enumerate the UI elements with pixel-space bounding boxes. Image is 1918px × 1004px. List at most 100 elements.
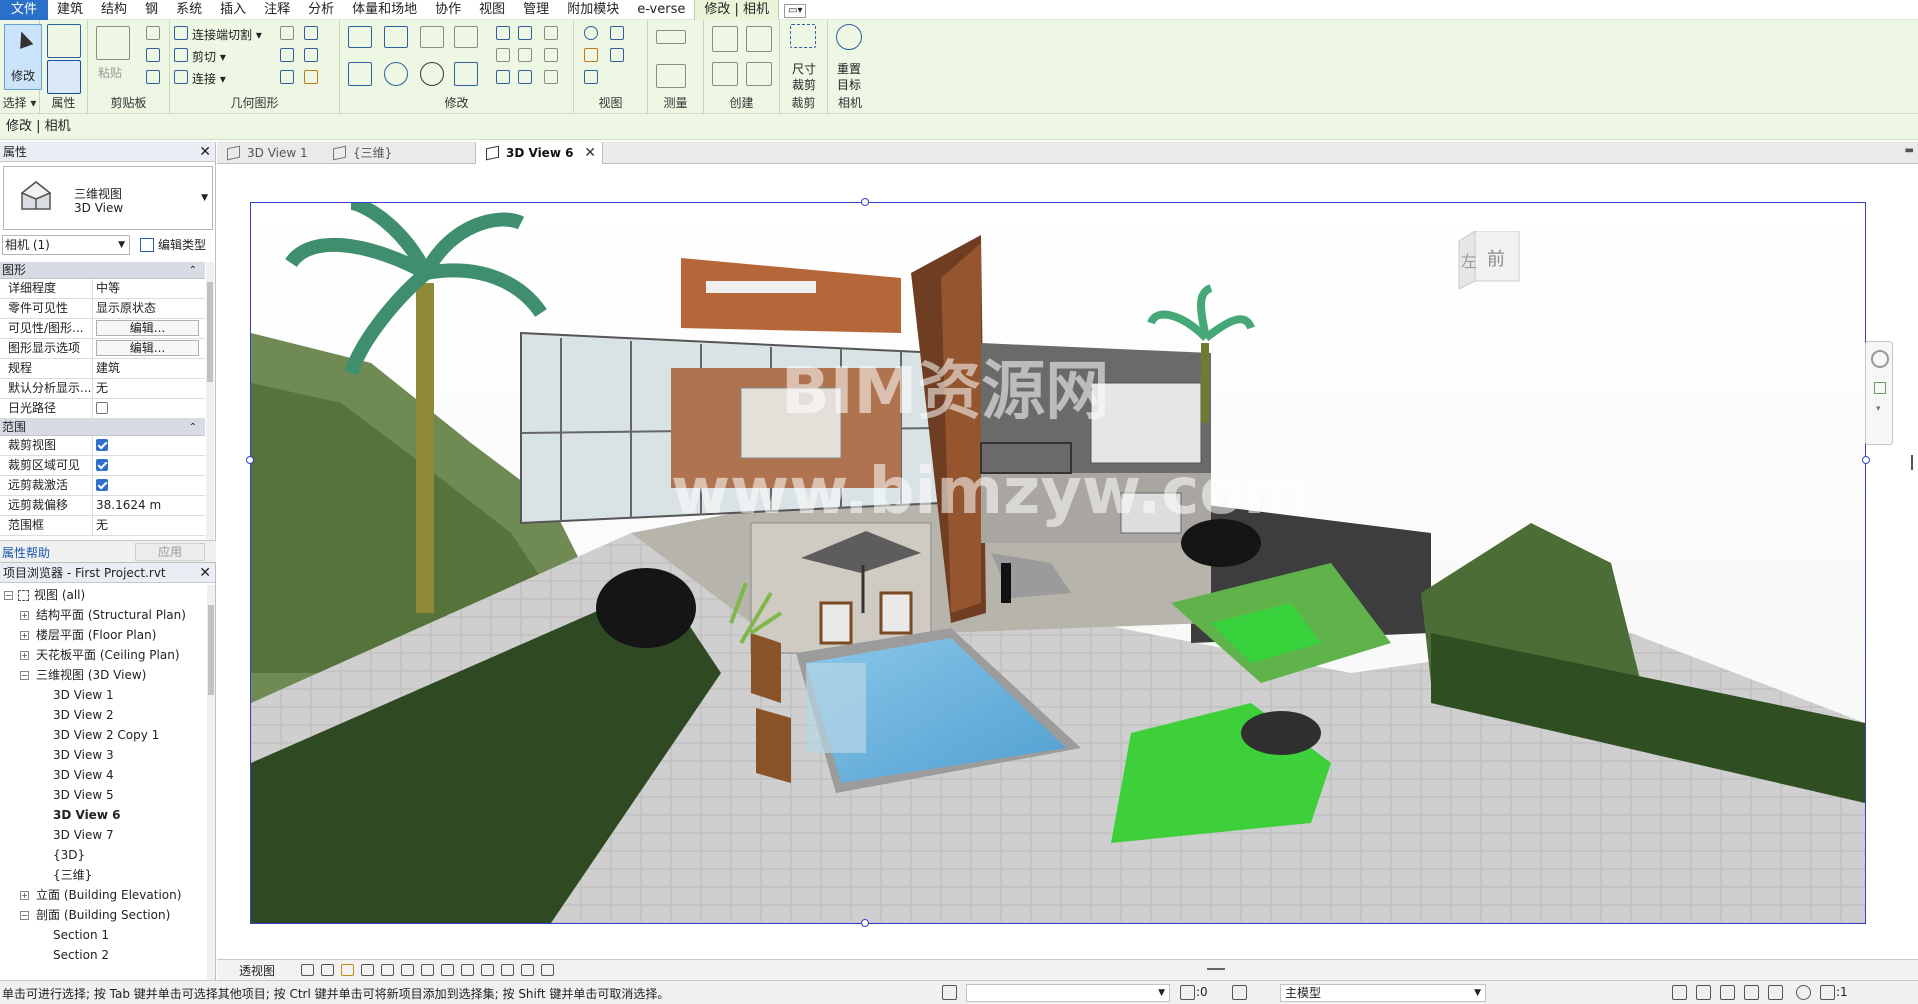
tab-3d-view-1[interactable]: 3D View 1 [217, 142, 323, 164]
properties-help-link[interactable]: 属性帮助 [2, 544, 50, 561]
reset-target-icon[interactable] [836, 24, 862, 50]
crop-handle-left[interactable] [246, 456, 254, 464]
join-button[interactable]: 连接 ▾ [192, 70, 226, 87]
unlock-view-icon[interactable] [441, 964, 454, 976]
scrollbar-thumb[interactable] [207, 282, 213, 382]
edit-button[interactable]: 编辑... [96, 340, 199, 356]
browser-node[interactable]: 3D View 2 Copy 1 [0, 725, 206, 745]
create-assembly-icon[interactable] [712, 26, 738, 52]
drag-elements-icon[interactable] [1768, 985, 1783, 1000]
join-geometry-icon[interactable] [174, 70, 188, 84]
menu-tab-3[interactable]: 钢 [136, 0, 167, 20]
expand-icon[interactable]: + [20, 891, 29, 900]
temporary-view-properties-icon[interactable] [501, 964, 514, 976]
steering-wheel-icon[interactable] [1871, 350, 1889, 368]
hide-element-icon[interactable] [610, 26, 624, 40]
temporary-hide-icon[interactable] [461, 964, 474, 976]
model-dropdown[interactable]: 主模型 ▼ [1280, 984, 1486, 1002]
browser-node[interactable]: {三维} [0, 865, 206, 885]
analytical-model-icon[interactable] [521, 964, 534, 976]
join-cut-icon[interactable] [174, 26, 188, 40]
menu-tab-10[interactable]: 视图 [470, 0, 514, 20]
viewcube-left-face[interactable]: 左 [1461, 252, 1477, 271]
property-checkbox[interactable] [96, 479, 108, 491]
browser-node[interactable]: {3D} [0, 845, 206, 865]
match-properties-icon[interactable] [146, 70, 160, 84]
browser-node[interactable]: 3D View 5 [0, 785, 206, 805]
offset-icon[interactable] [384, 26, 408, 48]
property-group[interactable]: 范围 ⌃ [0, 419, 205, 436]
menu-tab-1[interactable]: 建筑 [48, 0, 92, 20]
beam-join-icon[interactable] [280, 70, 294, 84]
select-underlay-icon[interactable] [1696, 985, 1711, 1000]
property-value[interactable]: 建筑 [93, 359, 205, 378]
cut-geometry-icon[interactable] [174, 48, 188, 62]
expand-icon[interactable]: + [20, 651, 29, 660]
split-gap-icon[interactable] [518, 26, 532, 40]
create-similar-icon[interactable] [746, 62, 772, 86]
menu-tab-2[interactable]: 结构 [92, 0, 136, 20]
trim-single-icon[interactable] [544, 26, 558, 40]
reset-target-label-1[interactable]: 重置 [837, 60, 861, 77]
sun-path-icon[interactable] [341, 964, 354, 976]
property-group[interactable]: 图形 ⌃ [0, 262, 205, 279]
reset-target-label-2[interactable]: 目标 [837, 76, 861, 93]
browser-scrollbar[interactable] [207, 585, 215, 981]
menu-tab-4[interactable]: 系统 [167, 0, 211, 20]
browser-node[interactable]: 3D View 3 [0, 745, 206, 765]
crop-region[interactable]: BIM资源网 www.bimzyw.com [250, 202, 1866, 924]
detail-level-icon[interactable] [301, 964, 314, 976]
crop-handle-bottom[interactable] [861, 919, 869, 927]
background-processes-icon[interactable] [1796, 985, 1811, 1000]
browser-node[interactable]: 3D View 4 [0, 765, 206, 785]
menu-tab-8[interactable]: 体量和场地 [343, 0, 426, 20]
browser-node[interactable]: + 立面 (Building Elevation) [0, 885, 206, 905]
tab-menu-icon[interactable]: ▬ [1905, 145, 1914, 156]
browser-node[interactable]: + 结构平面 (Structural Plan) [0, 605, 206, 625]
unpin-icon[interactable] [518, 70, 532, 84]
close-icon[interactable]: ✕ [199, 142, 211, 162]
rotate-icon[interactable] [420, 62, 444, 86]
render-icon[interactable] [381, 964, 394, 976]
mirror-axis-icon[interactable] [420, 26, 444, 48]
browser-node[interactable]: + 天花板平面 (Ceiling Plan) [0, 645, 206, 665]
property-value[interactable]: 显示原状态 [93, 299, 205, 318]
viewport-scrollbar[interactable] [1907, 165, 1918, 959]
paste-icon[interactable] [96, 26, 130, 60]
size-crop-label-1[interactable]: 尺寸 [792, 60, 816, 77]
property-checkbox[interactable] [96, 439, 108, 451]
cut-button[interactable]: 剪切 ▾ [192, 48, 226, 65]
ribbon-toggle-button[interactable]: ▭▾ [779, 0, 811, 20]
pin-icon[interactable] [496, 70, 510, 84]
copy-move-icon[interactable] [384, 62, 408, 86]
property-value[interactable]: 38.1624 m [93, 496, 205, 515]
split-element-icon[interactable] [496, 26, 510, 40]
properties-scrollbar[interactable] [206, 262, 214, 540]
tab-3d-default[interactable]: {三维} [323, 142, 429, 164]
split-face-icon[interactable] [280, 26, 294, 40]
filter-icon[interactable] [1820, 985, 1835, 1000]
create-group-icon[interactable] [712, 62, 738, 86]
join-cut-button[interactable]: 连接端切割 ▾ [192, 26, 262, 43]
override-graphics-icon[interactable] [584, 48, 598, 62]
resize-grip[interactable] [1207, 968, 1225, 970]
scrollbar-thumb[interactable] [208, 605, 214, 695]
select-links-icon[interactable] [1672, 985, 1687, 1000]
browser-node[interactable]: 3D View 6 [0, 805, 206, 825]
property-checkbox[interactable] [96, 402, 108, 414]
collapse-icon[interactable]: ⌃ [189, 419, 197, 436]
property-value[interactable]: 无 [93, 379, 205, 398]
reveal-hidden-icon[interactable] [481, 964, 494, 976]
browser-node[interactable]: Section 1 [0, 925, 206, 945]
expand-icon[interactable]: + [20, 631, 29, 640]
zoom-icon[interactable] [1874, 382, 1886, 394]
property-value[interactable]: 编辑... [93, 319, 205, 338]
instance-filter-dropdown[interactable]: 相机 (1) ▼ [2, 235, 130, 255]
menu-tab-11[interactable]: 管理 [514, 0, 558, 20]
modify-button[interactable]: 修改 [4, 24, 42, 90]
create-parts-icon[interactable] [746, 26, 772, 52]
highlight-displacement-icon[interactable] [541, 964, 554, 976]
workset-dropdown[interactable]: ▼ [966, 984, 1170, 1002]
visual-style-icon[interactable] [321, 964, 334, 976]
select-pinned-icon[interactable] [1720, 985, 1735, 1000]
